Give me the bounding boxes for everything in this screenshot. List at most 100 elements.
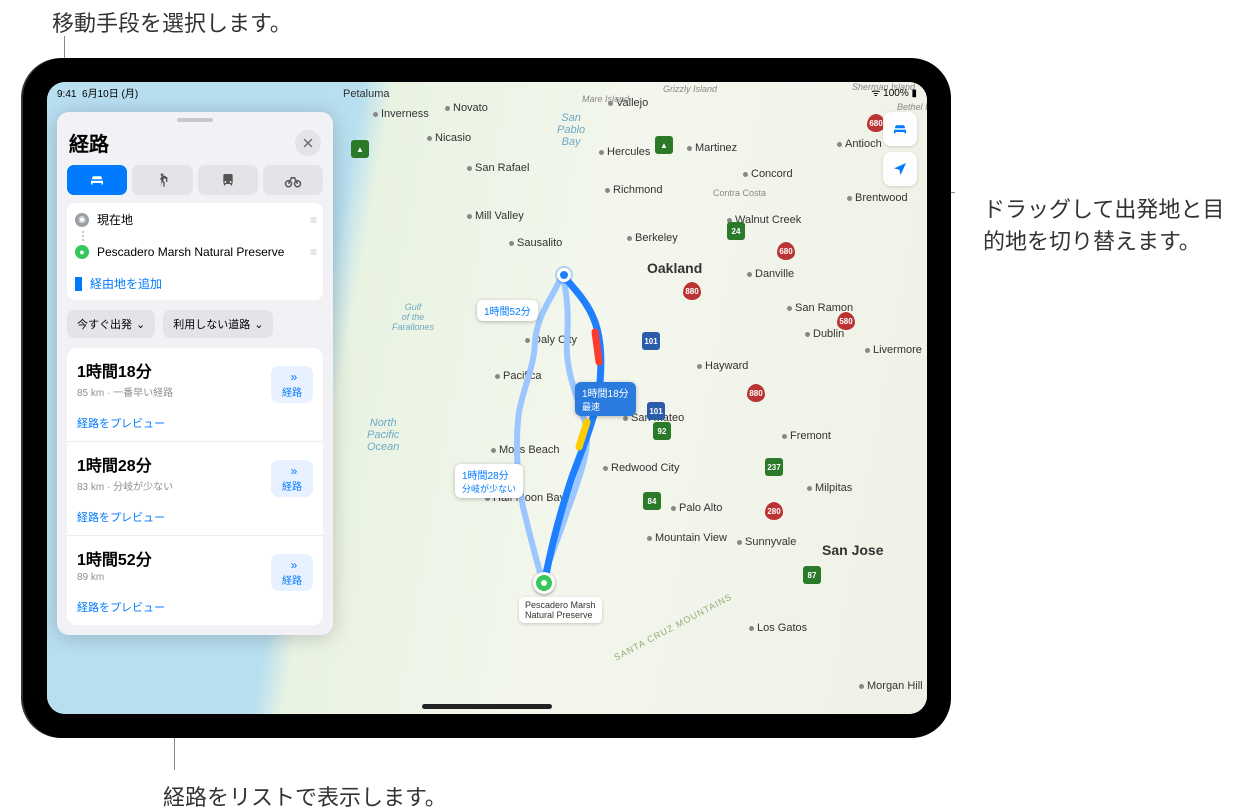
shield-580: 580 [837, 312, 855, 330]
city-berkeley: Berkeley [627, 232, 678, 244]
shield-92: 92 [653, 422, 671, 440]
city-nicasio: Nicasio [427, 132, 471, 144]
gulf-label: Gulf of the Farallones [392, 302, 434, 332]
shield-101: 101 [642, 332, 660, 350]
callout-mode: 移動手段を選択します。 [52, 6, 292, 38]
callout-drag: ドラッグして出発地と目的地を切り替えます。 [983, 192, 1233, 256]
city-brentwood: Brentwood [847, 192, 908, 204]
shield-280: 280 [765, 502, 783, 520]
walk-icon [154, 172, 170, 188]
route-bubble-1[interactable]: 1時間18分最速 [575, 382, 636, 416]
add-stop-label: 経由地を追加 [90, 275, 162, 292]
city-daly-city: Daly City [525, 334, 577, 346]
transport-mode-segment [57, 165, 333, 203]
avoid-roads-chip[interactable]: 利用しない道路⌄ [163, 310, 273, 338]
city-livermore: Livermore [865, 344, 922, 356]
shield-green: ▲ [351, 140, 369, 158]
route-result-1[interactable]: 1時間18分 85 km · 一番早い経路 経路をプレビュー »経路 [67, 348, 323, 442]
city-milpitas: Milpitas [807, 482, 852, 494]
locate-me-button[interactable] [883, 152, 917, 186]
city-san-jose: San Jose [822, 542, 883, 558]
shield-84: 84 [643, 492, 661, 510]
shield-880: 880 [747, 384, 765, 402]
from-bullet-icon: ◉ [75, 213, 89, 227]
city-dublin: Dublin [805, 328, 844, 340]
shield-680: 680 [777, 242, 795, 260]
route-result-2[interactable]: 1時間28分 83 km · 分岐が少ない 経路をプレビュー »経路 [67, 442, 323, 536]
drag-handle-icon[interactable]: ≡ [310, 245, 315, 259]
destination-label: Pescadero Marsh Natural Preserve [519, 597, 602, 623]
city-fremont: Fremont [782, 430, 831, 442]
city-palo-alto: Palo Alto [671, 502, 722, 514]
route-preview-link[interactable]: 経路をプレビュー [77, 509, 313, 525]
drag-handle-icon[interactable]: ≡ [310, 213, 315, 227]
current-location-pin [557, 268, 571, 282]
route-results-list: 1時間18分 85 km · 一番早い経路 経路をプレビュー »経路 1時間28… [67, 348, 323, 625]
shield-880: 880 [683, 282, 701, 300]
close-icon [302, 137, 314, 149]
city-martinez: Martinez [687, 142, 737, 154]
city-los-gatos: Los Gatos [749, 622, 807, 634]
bay-label: San Pablo Bay [557, 112, 585, 148]
plus-icon: + [75, 277, 82, 291]
city-richmond: Richmond [605, 184, 663, 196]
city-hayward: Hayward [697, 360, 748, 372]
car-icon [88, 171, 106, 189]
home-indicator[interactable] [422, 704, 552, 709]
city-contra-costa: Contra Costa [713, 188, 766, 198]
city-danville: Danville [747, 268, 794, 280]
ocean-label: North Pacific Ocean [367, 417, 399, 453]
route-bubble-3[interactable]: 1時間52分 [477, 300, 538, 321]
city-mill-valley: Mill Valley [467, 210, 524, 222]
close-button[interactable] [295, 130, 321, 156]
label-santa-cruz-mtns: SANTA CRUZ MOUNTAINS [612, 592, 733, 663]
bike-icon [284, 171, 302, 189]
mode-transit[interactable] [198, 165, 258, 195]
city-antioch: Antioch [837, 138, 882, 150]
city-sausalito: Sausalito [509, 237, 562, 249]
city-san-rafael: San Rafael [467, 162, 529, 174]
card-grabber[interactable] [177, 118, 213, 122]
add-stop-button[interactable]: + 経由地を追加 [67, 267, 323, 300]
city-hercules: Hercules [599, 146, 650, 158]
city-sunnyvale: Sunnyvale [737, 536, 796, 548]
label-bethel: Bethel Island [897, 102, 927, 112]
callout-list: 経路をリストで表示します。 [163, 780, 447, 812]
destination-pin [533, 572, 555, 594]
route-preview-link[interactable]: 経路をプレビュー [77, 415, 313, 431]
card-title: 経路 [69, 128, 109, 157]
from-location-row[interactable]: ◉ 現在地 ≡ [67, 203, 323, 236]
chevron-double-right-icon: » [271, 558, 313, 572]
mode-cycling[interactable] [263, 165, 323, 195]
status-right: ᯤ 100% ▮ [871, 85, 917, 99]
city-morgan-hill: Morgan Hill [859, 680, 923, 692]
shield-green: ▲ [655, 136, 673, 154]
chevron-down-icon: ⌄ [254, 318, 263, 331]
route-preview-link[interactable]: 経路をプレビュー [77, 599, 313, 615]
route-result-3[interactable]: 1時間52分 89 km 経路をプレビュー »経路 [67, 536, 323, 625]
city-novato: Novato [445, 102, 488, 114]
to-bullet-icon: ● [75, 245, 89, 259]
city-inverness: Inverness [373, 108, 429, 120]
shield-237: 237 [765, 458, 783, 476]
city-redwood: Redwood City [603, 462, 679, 474]
mode-driving[interactable] [67, 165, 127, 195]
to-location-row[interactable]: ● Pescadero Marsh Natural Preserve ≡ [67, 237, 323, 267]
go-button-3[interactable]: »経路 [271, 554, 313, 591]
shield-101: 101 [647, 402, 665, 420]
chevron-double-right-icon: » [271, 464, 313, 478]
go-button-1[interactable]: »経路 [271, 366, 313, 403]
to-location-text: Pescadero Marsh Natural Preserve [97, 245, 284, 259]
chevron-double-right-icon: » [271, 370, 313, 384]
city-pacifica: Pacifica [495, 370, 542, 382]
go-button-2[interactable]: »経路 [271, 460, 313, 497]
status-time: 9:41 [57, 89, 76, 100]
mode-walking[interactable] [132, 165, 192, 195]
chevron-down-icon: ⌄ [136, 318, 145, 331]
city-moss-beach: Moss Beach [491, 444, 560, 456]
city-concord: Concord [743, 168, 793, 180]
map-driving-mode-button[interactable] [883, 112, 917, 146]
route-bubble-2[interactable]: 1時間28分分岐が少ない [455, 464, 523, 498]
status-date: 6月10日 (月) [82, 89, 138, 100]
depart-time-chip[interactable]: 今すぐ出発⌄ [67, 310, 155, 338]
